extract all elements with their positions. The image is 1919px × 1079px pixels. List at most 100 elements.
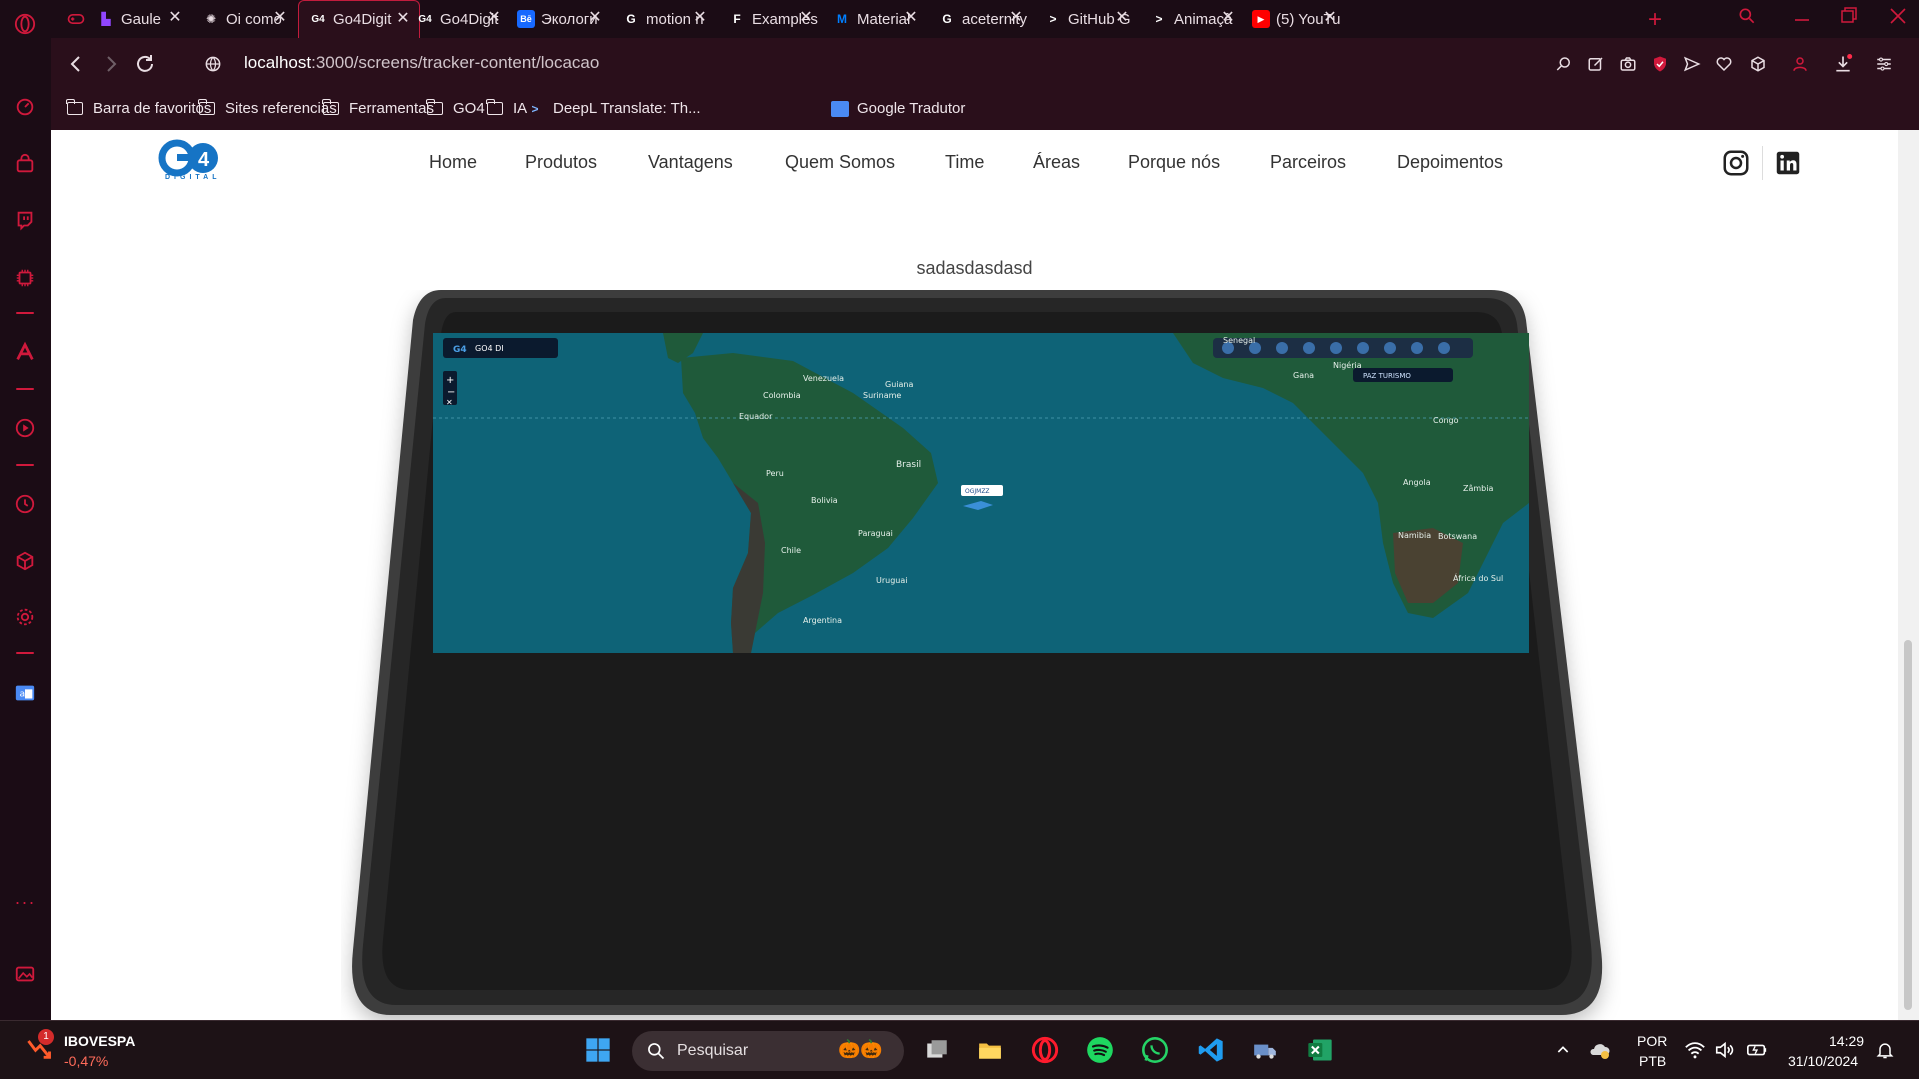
windows-start-icon[interactable] — [583, 1035, 613, 1065]
show-hidden-icons-chevron[interactable] — [1548, 1035, 1578, 1065]
go4-digital-logo[interactable]: 4 DIGITAL — [155, 136, 225, 186]
whatsapp-icon[interactable] — [1140, 1035, 1170, 1065]
nav-depoimentos[interactable]: Depoimentos — [1397, 152, 1503, 173]
bookmark-folder[interactable]: IA — [486, 99, 527, 117]
delivery-truck-icon[interactable] — [1250, 1035, 1280, 1065]
vscode-icon[interactable] — [1196, 1035, 1226, 1065]
nav-parceiros[interactable]: Parceiros — [1270, 152, 1346, 173]
nav-quem-somos[interactable]: Quem Somos — [785, 152, 895, 173]
bookmark-folder[interactable]: GO4 — [426, 99, 485, 117]
extensions-cube-icon[interactable] — [1747, 53, 1769, 75]
browser-tab[interactable]: Bē Экологи ✕ — [507, 0, 611, 38]
minimize-window-icon[interactable] — [1793, 6, 1811, 31]
bookmark-folder[interactable]: Sites referencias — [198, 99, 337, 117]
browser-tab[interactable]: Gmotion n ✕ — [612, 0, 716, 38]
snapshot-camera-icon[interactable] — [1617, 53, 1639, 75]
nav-vantagens[interactable]: Vantagens — [648, 152, 733, 173]
opera-logo-icon[interactable] — [13, 12, 37, 36]
tab-close-icon[interactable]: ✕ — [1220, 10, 1236, 26]
bookmark-folder[interactable]: Barra de favoritos — [66, 99, 211, 117]
volume-icon[interactable] — [1710, 1035, 1740, 1065]
clock-time[interactable]: 14:29 — [1829, 1033, 1864, 1049]
task-view-icon[interactable] — [922, 1035, 952, 1065]
speed-dial-icon[interactable] — [13, 95, 37, 119]
send-icon[interactable] — [1681, 53, 1703, 75]
tab-close-icon[interactable]: ✕ — [167, 10, 183, 26]
tab-close-icon[interactable]: ✕ — [692, 10, 708, 26]
browser-tab[interactable]: > GitHub G ✕ — [1034, 0, 1138, 38]
input-language[interactable]: POR — [1637, 1033, 1667, 1049]
browser-tab[interactable]: ▙ Gaule ✕ — [87, 0, 191, 38]
keyboard-layout[interactable]: PTB — [1639, 1053, 1666, 1069]
browser-tab[interactable]: > Animaçã ✕ — [1140, 0, 1244, 38]
bookmark-deepl[interactable]: > DeepL Translate: Th... — [527, 100, 700, 117]
tab-close-icon[interactable]: ✕ — [587, 10, 603, 26]
bookmark-google-translate[interactable]: Google Tradutor — [831, 100, 965, 117]
new-tab-button[interactable]: + — [1648, 6, 1662, 34]
tab-close-icon[interactable]: ✕ — [1008, 10, 1024, 26]
tab-close-icon[interactable]: ✕ — [903, 10, 919, 26]
back-button[interactable] — [64, 52, 88, 76]
downloads-icon[interactable] — [1832, 53, 1854, 75]
tab-close-icon[interactable]: ✕ — [1322, 10, 1338, 26]
heart-icon[interactable] — [1713, 53, 1735, 75]
file-explorer-icon[interactable] — [975, 1035, 1005, 1065]
battery-icon[interactable] — [1742, 1035, 1772, 1065]
profile-icon[interactable] — [1789, 53, 1811, 75]
linkedin-icon[interactable] — [1773, 148, 1803, 178]
scrollbar-thumb[interactable] — [1904, 640, 1912, 1010]
shopping-bag-icon[interactable] — [13, 152, 37, 176]
taskbar-search-box[interactable]: Pesquisar 🎃🎃 — [632, 1031, 904, 1071]
onedrive-icon[interactable] — [1585, 1035, 1615, 1065]
gallery-icon[interactable] — [13, 962, 37, 986]
search-page-icon[interactable] — [1553, 53, 1575, 75]
easy-setup-icon[interactable] — [1873, 53, 1895, 75]
nav-porque-nos[interactable]: Porque nós — [1128, 152, 1220, 173]
more-icon[interactable]: ··· — [13, 890, 37, 914]
cube-icon[interactable] — [13, 549, 37, 573]
search-tabs-icon[interactable] — [1737, 6, 1757, 31]
bookmark-folder[interactable]: Ferramentas — [322, 99, 434, 117]
stock-chart-icon[interactable]: 1 — [24, 1029, 54, 1063]
browser-tab[interactable]: Gaceternity ✕ — [928, 0, 1032, 38]
site-info-globe-icon[interactable] — [201, 52, 225, 76]
aria-icon[interactable] — [13, 340, 37, 364]
forward-button[interactable] — [99, 52, 123, 76]
nav-time[interactable]: Time — [945, 152, 984, 173]
player-icon[interactable] — [13, 416, 37, 440]
browser-tab[interactable]: ✺ Oi como ✕ — [192, 0, 296, 38]
chip-icon[interactable] — [13, 266, 37, 290]
restore-window-icon[interactable] — [1840, 6, 1858, 31]
browser-tab[interactable]: G4 Go4Digit ✕ — [406, 0, 510, 38]
close-window-icon[interactable] — [1889, 6, 1907, 31]
spotify-icon[interactable] — [1085, 1035, 1115, 1065]
instagram-icon[interactable] — [1721, 148, 1751, 178]
history-icon[interactable] — [13, 492, 37, 516]
wifi-icon[interactable] — [1680, 1035, 1710, 1065]
notifications-bell-icon[interactable] — [1870, 1035, 1900, 1065]
tab-close-icon[interactable]: ✕ — [1114, 10, 1130, 26]
reload-button[interactable] — [133, 52, 157, 76]
browser-tab[interactable]: G4 Go4Digit ✕ — [298, 0, 420, 38]
twitch-icon[interactable] — [13, 208, 37, 232]
adblock-shield-icon[interactable] — [1649, 53, 1671, 75]
browser-tab[interactable]: F Examples ✕ — [718, 0, 822, 38]
tab-close-icon[interactable]: ✕ — [798, 10, 814, 26]
stock-name[interactable]: IBOVESPA — [64, 1033, 135, 1049]
opera-taskbar-icon[interactable] — [1030, 1035, 1060, 1065]
tab-close-icon[interactable]: ✕ — [486, 10, 502, 26]
page-scrollbar[interactable] — [1898, 130, 1919, 1020]
url-field[interactable]: localhost:3000/screens/tracker-content/l… — [244, 53, 599, 73]
browser-tab[interactable]: ▶ (5) YouTu ✕ — [1242, 0, 1346, 38]
nav-areas[interactable]: Áreas — [1033, 152, 1080, 173]
clock-date[interactable]: 31/10/2024 — [1788, 1053, 1858, 1069]
tracker-map[interactable]: G4 GO4 DI + − ✕ PAZ TURISMO OGJMZZ Brasi… — [433, 333, 1529, 653]
excel-icon[interactable] — [1305, 1035, 1335, 1065]
browser-tab[interactable]: M Material ✕ — [823, 0, 927, 38]
nav-produtos[interactable]: Produtos — [525, 152, 597, 173]
settings-gear-icon[interactable] — [13, 605, 37, 629]
tab-close-icon[interactable]: ✕ — [272, 10, 288, 26]
nav-home[interactable]: Home — [429, 152, 477, 173]
translate-extension-icon[interactable]: a — [13, 681, 37, 705]
edit-icon[interactable] — [1585, 53, 1607, 75]
